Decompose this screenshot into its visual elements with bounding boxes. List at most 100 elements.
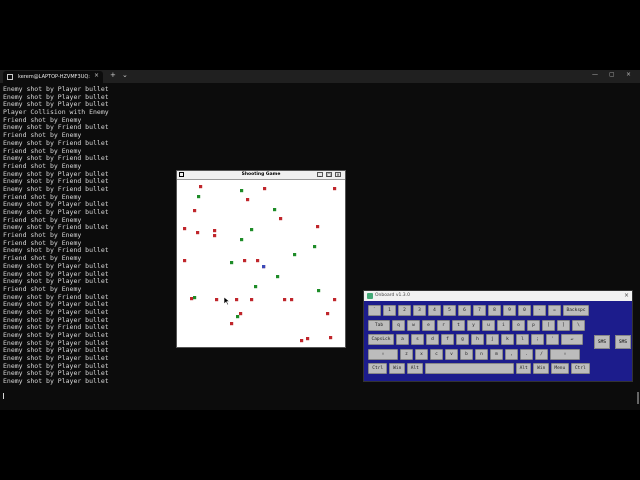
key[interactable]: x <box>415 348 428 360</box>
onboard-close-button[interactable]: × <box>624 292 629 299</box>
key[interactable]: ' <box>546 334 559 346</box>
key[interactable]: Ctrl <box>368 363 388 375</box>
new-tab-button[interactable]: + <box>110 71 116 79</box>
key[interactable]: z <box>400 348 413 360</box>
key[interactable]: r <box>437 319 450 331</box>
key[interactable]: Menu <box>551 363 569 375</box>
letterbox-bottom <box>0 410 640 480</box>
close-button[interactable]: × <box>626 71 631 78</box>
key[interactable]: Backspc <box>563 305 589 316</box>
enemy-sprite <box>213 229 217 233</box>
key[interactable]: c <box>430 348 443 360</box>
enemy-sprite <box>239 312 243 316</box>
terminal-tab[interactable]: kerem@LAPTOP-HZVMF3UQ: × <box>3 71 103 83</box>
key[interactable]: . <box>520 348 533 360</box>
key[interactable]: Ctrl <box>570 363 590 375</box>
key[interactable]: y <box>467 319 480 331</box>
key[interactable]: e <box>422 319 435 331</box>
key[interactable]: 4 <box>428 305 441 316</box>
terminal-scrollbar[interactable] <box>637 392 639 404</box>
key[interactable]: 8 <box>488 305 501 316</box>
key[interactable]: / <box>535 348 548 360</box>
key[interactable]: 3 <box>413 305 426 316</box>
key[interactable]: - <box>533 305 546 316</box>
key[interactable]: i <box>497 319 510 331</box>
minimize-button[interactable]: — <box>592 71 598 78</box>
key[interactable]: 5 <box>443 305 456 316</box>
key[interactable]: ; <box>531 334 544 346</box>
enemy-sprite <box>290 298 294 302</box>
tab-close-icon[interactable]: × <box>94 72 99 79</box>
enemy-sprite <box>199 185 203 189</box>
game-canvas[interactable] <box>177 179 345 347</box>
key[interactable] <box>424 363 514 375</box>
key[interactable]: m <box>490 348 503 360</box>
key[interactable]: Win <box>533 363 550 375</box>
maximize-button[interactable]: ▢ <box>609 71 615 78</box>
player-sprite <box>262 265 266 269</box>
letterbox-top <box>0 0 640 70</box>
friend-sprite <box>276 275 280 279</box>
key[interactable]: ↵ <box>561 334 583 346</box>
enemy-sprite <box>329 336 333 340</box>
key[interactable]: 2 <box>398 305 411 316</box>
enemy-sprite <box>283 298 287 302</box>
tab-dropdown-button[interactable]: ⌄ <box>122 71 128 79</box>
key[interactable]: g <box>456 334 469 346</box>
key[interactable]: 7 <box>473 305 486 316</box>
game-close-button[interactable]: × <box>335 172 341 177</box>
key[interactable]: o <box>512 319 525 331</box>
key[interactable]: ⇧ <box>550 348 580 360</box>
onboard-keyboard-window[interactable]: Onboard v1.3.0 × ` 1 2 3 4 5 6 7 8 9 0- = Backspc Tab… <box>363 290 633 382</box>
key[interactable]: 9 <box>503 305 516 316</box>
enemy-sprite <box>246 198 250 202</box>
key[interactable]: Alt <box>407 363 423 375</box>
enemy-sprite <box>183 227 187 231</box>
terminal-cursor <box>3 393 4 399</box>
game-minimize-button[interactable]: _ <box>317 172 323 177</box>
key[interactable]: u <box>482 319 495 331</box>
game-maximize-button[interactable]: □ <box>326 172 332 177</box>
key[interactable]: t <box>452 319 465 331</box>
key[interactable]: v <box>445 348 458 360</box>
key[interactable]: 1 <box>383 305 396 316</box>
terminal-output: Enemy shot by Player bullet Enemy shot by… <box>3 85 109 386</box>
key[interactable]: Alt <box>515 363 532 375</box>
key[interactable]: l <box>516 334 529 346</box>
key[interactable]: p <box>527 319 540 331</box>
key[interactable]: s <box>411 334 424 346</box>
keyboard-row: ⇧ z x c v b n m,. / ⇧ <box>368 348 592 360</box>
key[interactable]: ⇧ <box>368 348 398 360</box>
key[interactable]: Win <box>389 363 406 375</box>
key[interactable]: b <box>460 348 473 360</box>
enemy-sprite <box>326 312 330 316</box>
key[interactable]: 0 <box>518 305 531 316</box>
shooting-game-window[interactable]: Shooting Game _ □ × <box>176 170 346 348</box>
enemy-sprite <box>213 234 217 238</box>
key[interactable]: f <box>441 334 454 346</box>
key[interactable]: , <box>505 348 518 360</box>
key[interactable]: = <box>548 305 561 316</box>
key[interactable]: j <box>486 334 499 346</box>
key[interactable]: \ <box>572 319 585 331</box>
side-key-2[interactable]: SMS <box>615 335 631 349</box>
key[interactable]: [ <box>542 319 555 331</box>
keyboard-row: ` 1 2 3 4 5 6 7 8 9 0- = Backspc <box>368 305 592 316</box>
key[interactable]: Tab <box>368 319 390 331</box>
keyboard-row: Tab q w e r t y u i o p[] \ <box>368 319 592 331</box>
key[interactable]: w <box>407 319 420 331</box>
key[interactable]: a <box>396 334 409 346</box>
onboard-app-icon <box>367 293 373 299</box>
side-key-1[interactable]: SMS <box>594 335 610 349</box>
key[interactable]: h <box>471 334 484 346</box>
key[interactable]: ] <box>557 319 570 331</box>
key[interactable]: 6 <box>458 305 471 316</box>
terminal-titlebar: kerem@LAPTOP-HZVMF3UQ: × + ⌄ — ▢ × <box>0 70 640 83</box>
key[interactable]: d <box>426 334 439 346</box>
enemy-sprite <box>306 337 310 341</box>
key[interactable]: n <box>475 348 488 360</box>
key[interactable]: q <box>392 319 405 331</box>
key[interactable]: ` <box>368 305 381 316</box>
key[interactable]: CapsLck <box>368 334 394 346</box>
key[interactable]: k <box>501 334 514 346</box>
